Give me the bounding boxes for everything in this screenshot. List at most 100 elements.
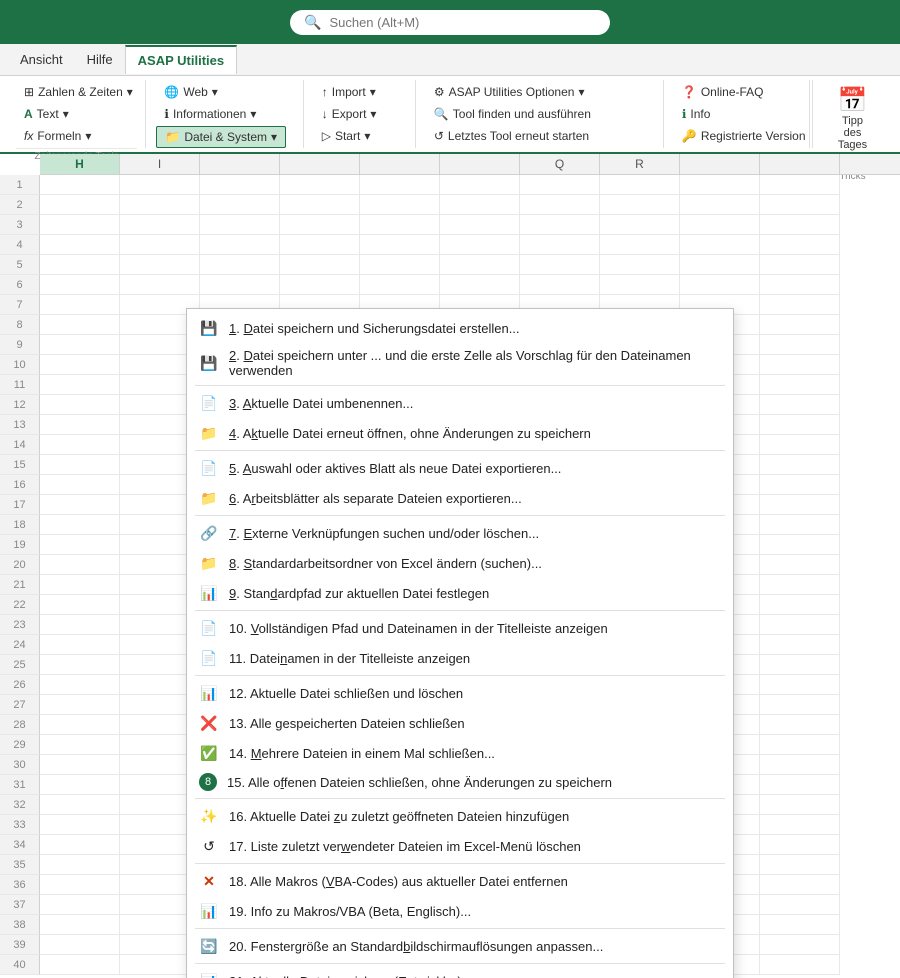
grid-cell[interactable] [120,175,200,195]
grid-cell[interactable] [360,195,440,215]
grid-cell[interactable] [600,175,680,195]
grid-cell[interactable] [40,315,120,335]
grid-cell[interactable] [520,235,600,255]
grid-cell[interactable] [40,535,120,555]
grid-cell[interactable] [440,275,520,295]
grid-cell[interactable] [760,435,840,455]
menu-item-15[interactable]: 8 15. Alle offenen Dateien schließen, oh… [187,768,733,796]
grid-cell[interactable] [760,635,840,655]
grid-cell[interactable] [760,855,840,875]
table-row[interactable] [40,195,840,215]
tab-hilfe[interactable]: Hilfe [75,46,125,73]
grid-cell[interactable] [760,895,840,915]
search-input[interactable] [329,15,596,30]
grid-cell[interactable] [40,175,120,195]
menu-item-2[interactable]: 💾 2. Datei speichern unter ... und die e… [187,343,733,383]
grid-cell[interactable] [40,395,120,415]
table-row[interactable] [40,175,840,195]
grid-cell[interactable] [200,255,280,275]
ribbon-btn-registriert[interactable]: 🔑 Registrierte Version [674,126,814,146]
table-row[interactable] [40,275,840,295]
menu-item-1[interactable]: 💾 1. Datei speichern und Sicherungsdatei… [187,313,733,343]
grid-cell[interactable] [600,215,680,235]
grid-cell[interactable] [760,735,840,755]
grid-cell[interactable] [40,195,120,215]
ribbon-btn-web[interactable]: 🌐 Web ▾ [156,82,225,102]
grid-cell[interactable] [760,475,840,495]
grid-cell[interactable] [600,255,680,275]
grid-cell[interactable] [40,335,120,355]
grid-cell[interactable] [760,375,840,395]
grid-cell[interactable] [760,835,840,855]
grid-cell[interactable] [440,175,520,195]
grid-cell[interactable] [40,795,120,815]
grid-cell[interactable] [440,195,520,215]
grid-cell[interactable] [760,175,840,195]
menu-item-20[interactable]: 🔄 20. Fenstergröße an Standardbildschirm… [187,931,733,961]
grid-cell[interactable] [760,335,840,355]
grid-cell[interactable] [40,615,120,635]
menu-item-10[interactable]: 📄 10. Vollständigen Pfad und Dateinamen … [187,613,733,643]
grid-cell[interactable] [40,675,120,695]
ribbon-btn-asap-optionen[interactable]: ⚙ ASAP Utilities Optionen ▾ [426,82,593,102]
grid-cell[interactable] [40,215,120,235]
grid-cell[interactable] [40,435,120,455]
grid-cell[interactable] [440,215,520,235]
grid-cell[interactable] [120,255,200,275]
grid-cell[interactable] [760,795,840,815]
grid-cell[interactable] [40,655,120,675]
grid-cell[interactable] [40,515,120,535]
grid-cell[interactable] [40,475,120,495]
grid-cell[interactable] [600,235,680,255]
grid-cell[interactable] [760,515,840,535]
menu-item-7[interactable]: 🔗 7. Externe Verknüpfungen suchen und/od… [187,518,733,548]
grid-cell[interactable] [200,195,280,215]
grid-cell[interactable] [40,755,120,775]
grid-cell[interactable] [280,255,360,275]
grid-cell[interactable] [760,315,840,335]
grid-cell[interactable] [360,255,440,275]
grid-cell[interactable] [40,455,120,475]
grid-cell[interactable] [760,415,840,435]
ribbon-btn-import[interactable]: ↑ Import ▾ [314,82,384,102]
menu-item-3[interactable]: 📄 3. Aktuelle Datei umbenennen... [187,388,733,418]
ribbon-btn-online-faq[interactable]: ❓ Online-FAQ [674,82,772,102]
grid-cell[interactable] [200,275,280,295]
grid-cell[interactable] [760,755,840,775]
menu-item-18[interactable]: ✕ 18. Alle Makros (VBA-Codes) aus aktuel… [187,866,733,896]
grid-cell[interactable] [40,555,120,575]
grid-cell[interactable] [40,415,120,435]
grid-cell[interactable] [760,495,840,515]
grid-cell[interactable] [40,695,120,715]
grid-cell[interactable] [40,715,120,735]
ribbon-btn-tool-finden[interactable]: 🔍 Tool finden und ausführen [426,104,599,124]
grid-cell[interactable] [40,935,120,955]
ribbon-btn-letztes-tool[interactable]: ↺ Letztes Tool erneut starten [426,126,597,146]
menu-item-6[interactable]: 📁 6. Arbeitsblätter als separate Dateien… [187,483,733,513]
ribbon-btn-informationen[interactable]: ℹ Informationen ▾ [156,104,264,124]
grid-cell[interactable] [40,875,120,895]
grid-cell[interactable] [360,275,440,295]
grid-cell[interactable] [360,175,440,195]
grid-cell[interactable] [760,695,840,715]
grid-cell[interactable] [40,775,120,795]
grid-cell[interactable] [520,195,600,215]
menu-item-4[interactable]: 📁 4. Aktuelle Datei erneut öffnen, ohne … [187,418,733,448]
grid-cell[interactable] [280,235,360,255]
grid-cell[interactable] [280,275,360,295]
menu-item-5[interactable]: 📄 5. Auswahl oder aktives Blatt als neue… [187,453,733,483]
grid-cell[interactable] [520,175,600,195]
grid-cell[interactable] [280,195,360,215]
grid-cell[interactable] [600,275,680,295]
grid-cell[interactable] [760,235,840,255]
grid-cell[interactable] [760,555,840,575]
grid-cell[interactable] [760,295,840,315]
grid-cell[interactable] [120,215,200,235]
grid-cell[interactable] [680,255,760,275]
grid-cell[interactable] [760,915,840,935]
menu-item-19[interactable]: 📊 19. Info zu Makros/VBA (Beta, Englisch… [187,896,733,926]
grid-cell[interactable] [120,195,200,215]
ribbon-btn-zahlen[interactable]: ⊞ Zahlen & Zeiten ▾ [16,82,141,102]
grid-cell[interactable] [760,875,840,895]
grid-cell[interactable] [40,235,120,255]
